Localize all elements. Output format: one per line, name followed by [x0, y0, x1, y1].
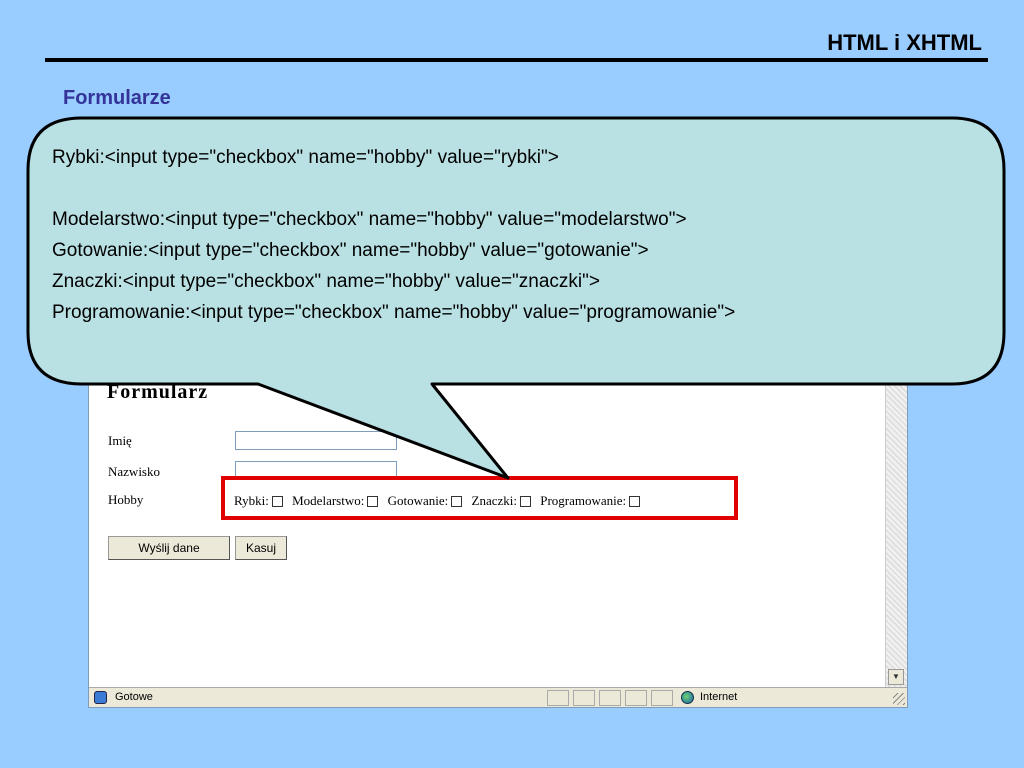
callout-line: Modelarstwo:<input type="checkbox" name=… [52, 209, 687, 230]
callout-line [52, 173, 992, 204]
callout-code: Rybki:<input type="checkbox" name="hobby… [52, 142, 992, 328]
callout-bubble [26, 116, 1006, 480]
callout-line: Znaczki:<input type="checkbox" name="hob… [52, 271, 600, 292]
callout-line: Programowanie:<input type="checkbox" nam… [52, 302, 736, 323]
callout-line: Gotowanie:<input type="checkbox" name="h… [52, 240, 649, 261]
callout-line: Rybki:<input type="checkbox" name="hobby… [52, 147, 559, 168]
